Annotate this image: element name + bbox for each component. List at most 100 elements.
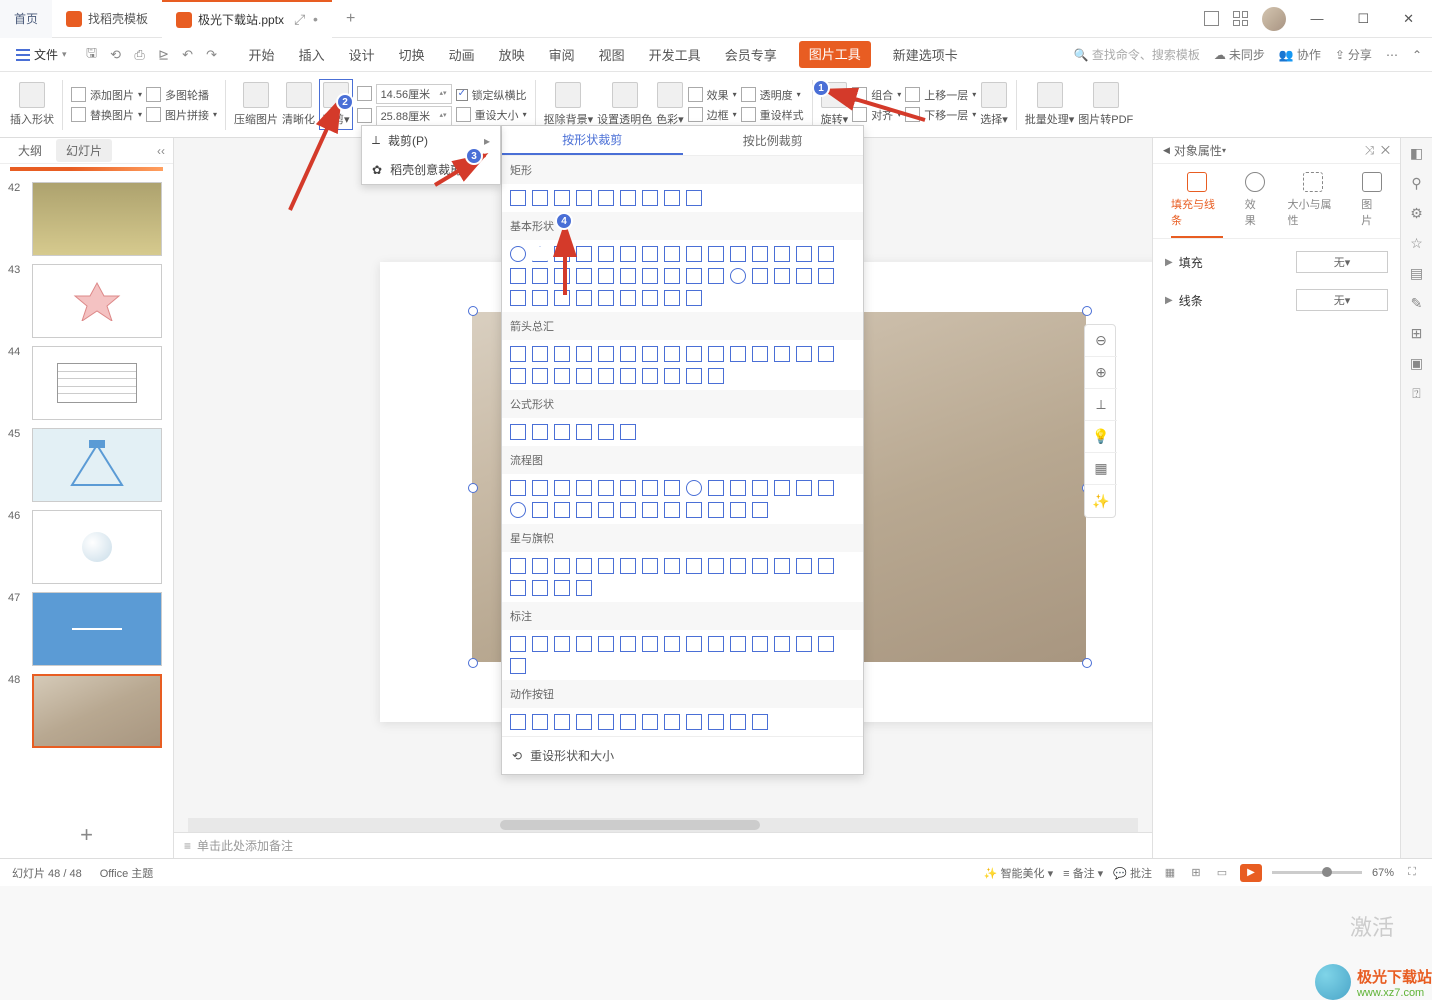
rail-icon[interactable]: ◧ [1408, 144, 1426, 162]
shape[interactable] [752, 246, 768, 262]
shape[interactable] [510, 368, 526, 384]
shape[interactable] [532, 346, 548, 362]
add-slide-button[interactable]: + [0, 812, 173, 858]
share-button[interactable]: ⇪ 分享 [1335, 46, 1372, 63]
fit-icon[interactable]: ⛶ [1404, 865, 1420, 881]
coop-button[interactable]: 👥 协作 [1279, 46, 1321, 63]
shape[interactable] [510, 346, 526, 362]
transparency-button[interactable]: 透明度▾ [741, 87, 804, 103]
shape[interactable] [620, 246, 636, 262]
notes-area[interactable]: ≡单击此处添加备注 [174, 832, 1152, 858]
shape[interactable] [664, 714, 680, 730]
image-tile-button[interactable]: 图片拼接▾ [146, 107, 217, 123]
shape[interactable] [620, 558, 636, 574]
shape[interactable] [510, 580, 526, 596]
thumb-45[interactable] [32, 428, 162, 502]
shape[interactable] [752, 636, 768, 652]
shape[interactable] [598, 290, 614, 306]
redo-icon[interactable]: ↷ [203, 46, 221, 64]
menu-view[interactable]: 视图 [597, 41, 627, 68]
shape[interactable] [576, 346, 592, 362]
shape[interactable] [796, 246, 812, 262]
menu-design[interactable]: 设计 [347, 41, 377, 68]
effect-button[interactable]: 效果▾ [688, 87, 737, 103]
handle[interactable] [1082, 658, 1092, 668]
shape[interactable] [620, 346, 636, 362]
shape[interactable] [576, 714, 592, 730]
shape[interactable] [642, 558, 658, 574]
shape[interactable] [642, 346, 658, 362]
shape[interactable] [510, 268, 526, 284]
shape[interactable] [752, 268, 768, 284]
shape[interactable] [510, 480, 526, 496]
shape[interactable] [686, 246, 702, 262]
menu-transition[interactable]: 切换 [397, 41, 427, 68]
shape[interactable] [664, 346, 680, 362]
shape[interactable] [620, 190, 636, 206]
shape[interactable] [532, 714, 548, 730]
shape[interactable] [576, 636, 592, 652]
shape[interactable] [620, 268, 636, 284]
shape[interactable] [686, 714, 702, 730]
shape[interactable] [818, 480, 834, 496]
batch-button[interactable]: 批量处理▾ [1025, 82, 1075, 127]
menu-start[interactable]: 开始 [247, 41, 277, 68]
shape[interactable] [554, 480, 570, 496]
add-image-button[interactable]: 添加图片▾ [71, 87, 142, 103]
handle[interactable] [468, 483, 478, 493]
maximize-button[interactable]: ☐ [1347, 7, 1379, 31]
shape[interactable] [774, 558, 790, 574]
shape[interactable] [598, 636, 614, 652]
close-button[interactable]: ✕ [1393, 7, 1424, 31]
shape[interactable] [774, 246, 790, 262]
height-input[interactable]: 25.88厘米▴▾ [357, 106, 452, 126]
collapse-ribbon-icon[interactable]: ⌃ [1412, 48, 1422, 62]
thumb-42[interactable] [32, 182, 162, 256]
shape[interactable] [620, 290, 636, 306]
notes-toggle[interactable]: ≡ 备注 ▾ [1063, 865, 1103, 881]
shape[interactable] [510, 290, 526, 306]
shape[interactable] [554, 580, 570, 596]
shape[interactable] [818, 246, 834, 262]
shape[interactable] [598, 714, 614, 730]
view-sorter-icon[interactable]: ⊞ [1188, 865, 1204, 881]
shape[interactable] [554, 558, 570, 574]
rail-icon[interactable]: ⚙ [1408, 204, 1426, 222]
shape[interactable] [532, 558, 548, 574]
shape[interactable] [576, 368, 592, 384]
shape[interactable] [664, 190, 680, 206]
shape[interactable] [642, 268, 658, 284]
shape[interactable] [774, 480, 790, 496]
shape[interactable] [818, 268, 834, 284]
shape[interactable] [730, 346, 746, 362]
shape[interactable] [510, 658, 526, 674]
shape[interactable] [686, 368, 702, 384]
beautify-button[interactable]: ✨ 智能美化 ▾ [984, 865, 1053, 881]
shape[interactable] [708, 502, 724, 518]
shape[interactable] [598, 424, 614, 440]
shape[interactable] [730, 480, 746, 496]
select-button[interactable]: 选择▾ [980, 82, 1008, 127]
shape[interactable] [708, 268, 724, 284]
reset-shape-button[interactable]: ⟲重设形状和大小 [502, 736, 863, 774]
shape[interactable] [664, 558, 680, 574]
shape[interactable] [818, 346, 834, 362]
shape[interactable] [730, 502, 746, 518]
view-normal-icon[interactable]: ▦ [1162, 865, 1178, 881]
shape[interactable] [642, 714, 658, 730]
menu-animation[interactable]: 动画 [447, 41, 477, 68]
h-scrollbar[interactable] [188, 818, 1138, 832]
handle[interactable] [468, 658, 478, 668]
shape[interactable] [598, 558, 614, 574]
zoom-slider[interactable] [1272, 871, 1362, 874]
shape[interactable] [532, 190, 548, 206]
layout-icon[interactable] [1204, 11, 1219, 26]
tab-add[interactable]: + [332, 10, 369, 28]
pp-tab-size[interactable]: 大小与属性 [1288, 172, 1340, 238]
sync-button[interactable]: ☁ 未同步 [1214, 46, 1265, 63]
thumb-44[interactable] [32, 346, 162, 420]
command-search[interactable]: 🔍 查找命令、搜索模板 [1074, 46, 1200, 63]
thumb-46[interactable] [32, 510, 162, 584]
shape[interactable] [708, 714, 724, 730]
shape[interactable] [708, 246, 724, 262]
